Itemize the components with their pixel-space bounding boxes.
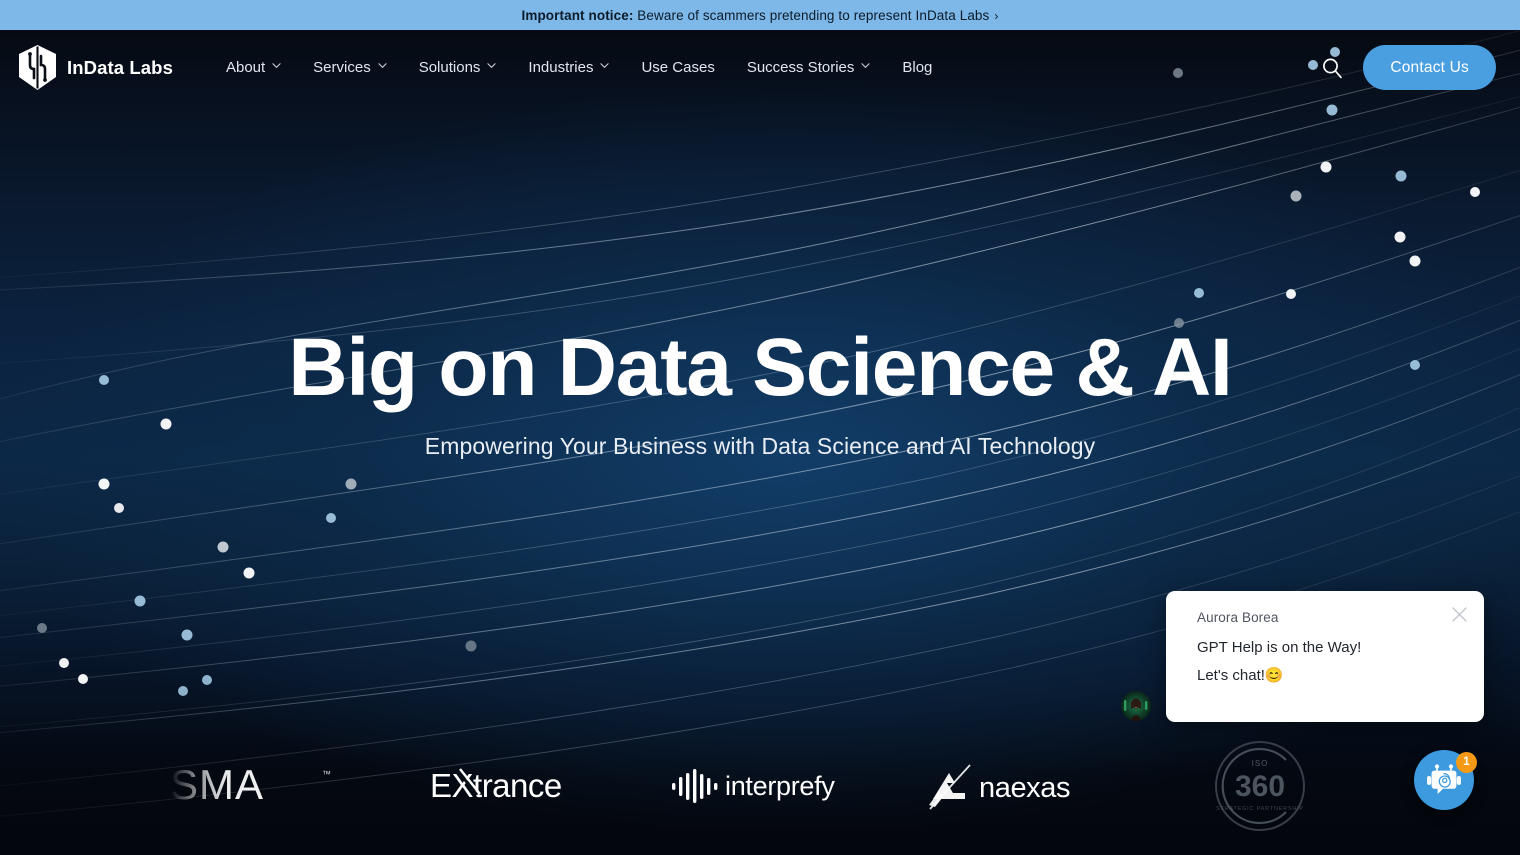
- important-notice-bar[interactable]: Important notice: Beware of scammers pre…: [0, 0, 1520, 30]
- svg-text:STRATEGIC PARTNERSHIP: STRATEGIC PARTNERSHIP: [1216, 806, 1304, 812]
- nav-item-about[interactable]: About: [210, 48, 297, 88]
- extrance-logo-icon: EXtrance: [430, 767, 562, 804]
- client-logos-strip: SMA ™ EXtrance interprefy naexas ISO 360…: [0, 738, 1520, 833]
- search-icon[interactable]: [1319, 55, 1345, 81]
- chat-agent-avatar: [1121, 691, 1151, 721]
- svg-text:™: ™: [322, 769, 331, 779]
- header-actions: Contact Us: [1319, 45, 1520, 90]
- chevron-down-icon: [600, 61, 610, 70]
- chevron-down-icon: [378, 61, 387, 70]
- svg-text:EXtrance: EXtrance: [430, 767, 562, 804]
- logo-wordmark: InData Labs: [67, 56, 173, 78]
- chat-unread-badge: 1: [1456, 752, 1477, 773]
- iso-360-logo-icon: ISO 360 STRATEGIC PARTNERSHIP: [1215, 740, 1305, 831]
- nav-label: Services: [313, 59, 371, 76]
- client-logo-interprefy[interactable]: interprefy: [635, 746, 885, 826]
- close-icon[interactable]: [1446, 601, 1472, 627]
- chevron-down-icon: [272, 61, 281, 70]
- nav-item-success-stories[interactable]: Success Stories: [731, 48, 887, 88]
- client-logo-naexas[interactable]: naexas: [885, 746, 1135, 826]
- chat-greeting-popup: Aurora Borea GPT Help is on the Way! Let…: [1166, 591, 1484, 722]
- nav-item-industries[interactable]: Industries: [512, 48, 625, 88]
- svg-text:naexas: naexas: [979, 772, 1070, 804]
- chat-message-line-1: GPT Help is on the Way!: [1197, 639, 1362, 656]
- nav-item-use-cases[interactable]: Use Cases: [625, 48, 730, 88]
- client-logo-iso-360[interactable]: ISO 360 STRATEGIC PARTNERSHIP: [1135, 740, 1385, 831]
- notice-body: Beware of scammers pretending to represe…: [633, 7, 990, 23]
- nav-label: About: [225, 59, 266, 76]
- logo-home-link[interactable]: InData Labs: [19, 45, 173, 90]
- svg-text:SMA: SMA: [170, 763, 264, 808]
- nav-item-services[interactable]: Services: [297, 48, 403, 88]
- contact-us-button[interactable]: Contact Us: [1363, 45, 1496, 90]
- notice-text: Important notice: Beware of scammers pre…: [522, 8, 999, 23]
- interprefy-logo-icon: interprefy: [672, 768, 836, 803]
- nav-label: Use Cases: [641, 59, 715, 76]
- nav-item-blog[interactable]: Blog: [886, 48, 948, 88]
- notice-lead: Important notice:: [521, 7, 634, 23]
- sma-logo-icon: SMA ™: [170, 763, 331, 808]
- hero-section: [0, 30, 1520, 855]
- site-header: InData Labs About Services Solutions Ind…: [0, 30, 1520, 105]
- notice-arrow-icon: ›: [994, 8, 999, 23]
- nav-label: Industries: [528, 59, 594, 76]
- client-logo-extrance[interactable]: EXtrance: [385, 746, 635, 826]
- main-navigation: About Services Solutions Industries Use …: [210, 48, 948, 88]
- page-root: Important notice: Beware of scammers pre…: [0, 0, 1520, 855]
- indata-labs-shield-logo-icon: [19, 45, 56, 90]
- nav-label: Solutions: [418, 59, 481, 76]
- nav-item-solutions[interactable]: Solutions: [403, 48, 513, 88]
- chat-agent-name: Aurora Borea: [1197, 610, 1279, 625]
- chevron-down-icon: [861, 61, 871, 70]
- nav-label: Blog: [902, 59, 933, 76]
- svg-text:360: 360: [1235, 770, 1285, 803]
- particle-network-background: [0, 30, 1520, 817]
- nav-label: Success Stories: [746, 59, 855, 76]
- chevron-down-icon: [487, 61, 497, 70]
- svg-text:ISO: ISO: [1252, 759, 1269, 768]
- naexas-logo-icon: naexas: [928, 763, 1070, 810]
- avatar-image: [1121, 691, 1151, 721]
- chat-message-line-2: Let's chat!😊: [1197, 667, 1284, 684]
- client-logo-sma[interactable]: SMA ™: [135, 746, 385, 826]
- svg-text:interprefy: interprefy: [725, 771, 835, 801]
